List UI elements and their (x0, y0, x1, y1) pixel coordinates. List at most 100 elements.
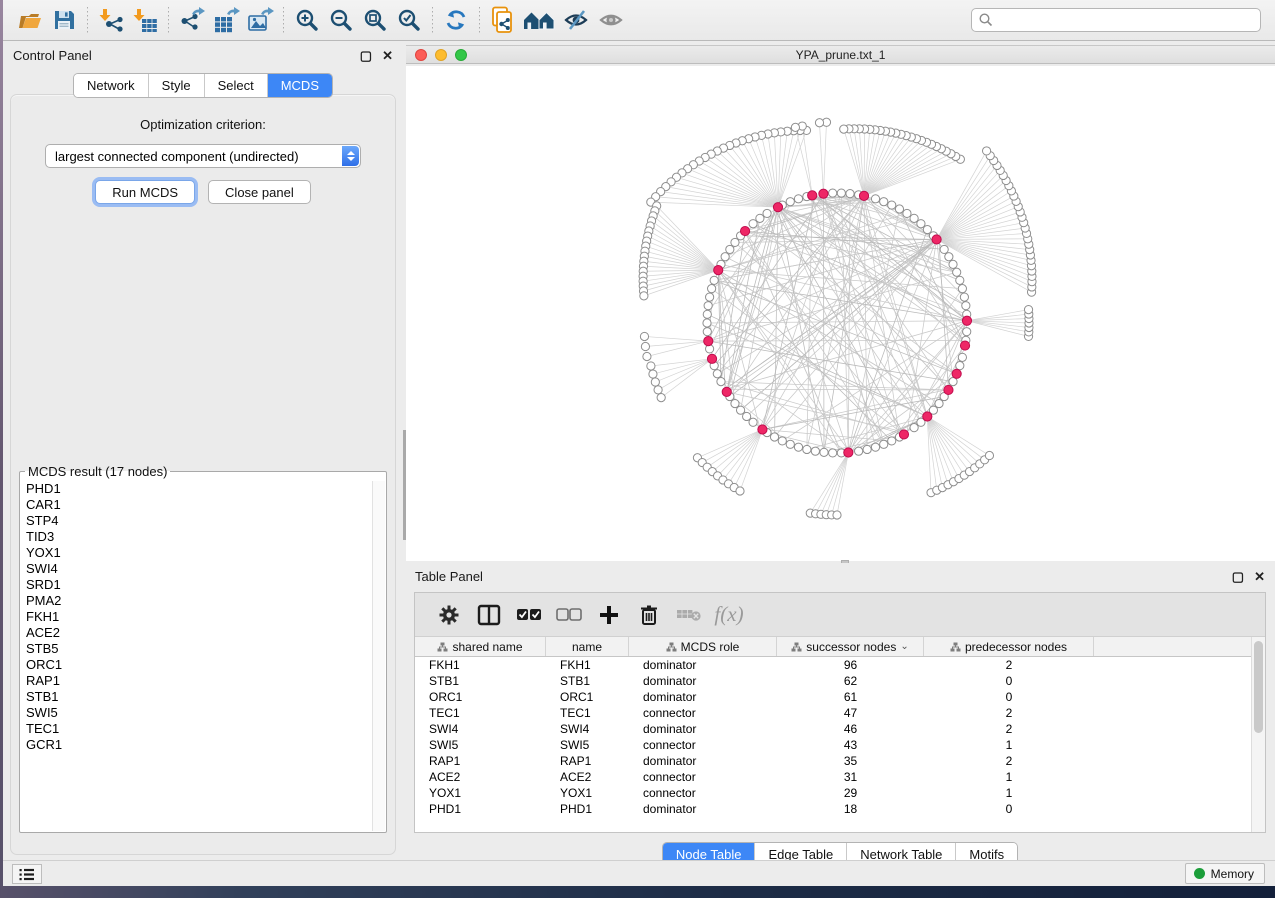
mcds-result-item[interactable]: SRD1 (21, 577, 371, 593)
table-row[interactable]: YOX1YOX1connector291 (415, 785, 1251, 801)
memory-status-icon (1194, 868, 1205, 879)
mcds-result-item[interactable]: SWI5 (21, 705, 371, 721)
zoom-fit-icon[interactable] (358, 5, 392, 35)
table-row[interactable]: SWI5SWI5connector431 (415, 737, 1251, 753)
table-cell: dominator (629, 802, 777, 816)
column-header-predecessor-nodes[interactable]: predecessor nodes (924, 637, 1094, 656)
show-columns-icon[interactable] (469, 598, 509, 632)
table-cell: ORC1 (415, 690, 546, 704)
table-cell: 2 (924, 658, 1094, 672)
close-panel-icon[interactable]: ✕ (1254, 570, 1265, 583)
close-panel-icon[interactable]: ✕ (382, 49, 393, 62)
tab-style[interactable]: Style (149, 74, 205, 97)
network-canvas[interactable] (406, 66, 1275, 561)
table-row[interactable]: RAP1RAP1dominator352 (415, 753, 1251, 769)
show-all-icon[interactable] (594, 5, 628, 35)
add-column-icon[interactable] (589, 598, 629, 632)
mcds-result-item[interactable]: FKH1 (21, 609, 371, 625)
export-image-icon[interactable] (243, 5, 277, 35)
mcds-result-item[interactable]: PHD1 (21, 481, 371, 497)
table-row[interactable]: TEC1TEC1connector472 (415, 705, 1251, 721)
close-panel-button[interactable]: Close panel (208, 180, 311, 204)
mcds-result-item[interactable]: ORC1 (21, 657, 371, 673)
open-session-icon[interactable] (13, 5, 47, 35)
toolbar-separator (168, 7, 169, 33)
column-header-MCDS-role[interactable]: MCDS role (629, 637, 777, 656)
sort-descending-icon: ⌄ (900, 641, 908, 652)
tab-mcds[interactable]: MCDS (268, 74, 332, 97)
mcds-result-item[interactable]: CAR1 (21, 497, 371, 513)
search-input[interactable] (994, 13, 1254, 27)
table-cell: SWI5 (415, 738, 546, 752)
window-minimize-icon[interactable] (435, 49, 447, 61)
mcds-result-item[interactable]: STB5 (21, 641, 371, 657)
table-cell: 29 (777, 786, 924, 800)
select-all-rows-icon[interactable] (509, 598, 549, 632)
column-attribute-icon (666, 642, 677, 652)
float-panel-icon[interactable]: ▢ (1232, 570, 1244, 583)
mcds-result-item[interactable]: GCR1 (21, 737, 371, 753)
refresh-layout-icon[interactable] (439, 5, 473, 35)
search-box[interactable] (971, 8, 1261, 32)
column-label: MCDS role (681, 640, 740, 654)
tab-network[interactable]: Network (74, 74, 149, 97)
new-network-from-selection-icon[interactable] (486, 5, 520, 35)
mcds-result-item[interactable]: RAP1 (21, 673, 371, 689)
deselect-all-rows-icon[interactable] (549, 598, 589, 632)
import-table-icon[interactable] (128, 5, 162, 35)
export-network-icon[interactable] (175, 5, 209, 35)
delete-column-icon[interactable] (629, 598, 669, 632)
table-cell: ACE2 (546, 770, 629, 784)
table-row[interactable]: PHD1PHD1dominator180 (415, 801, 1251, 817)
status-menu-button[interactable] (12, 864, 42, 884)
export-table-icon[interactable] (209, 5, 243, 35)
run-mcds-button[interactable]: Run MCDS (95, 180, 195, 204)
table-row[interactable]: STB1STB1dominator620 (415, 673, 1251, 689)
mcds-result-item[interactable]: TEC1 (21, 721, 371, 737)
mcds-tab-content: Optimization criterion: largest connecte… (10, 94, 396, 855)
table-scrollbar[interactable] (1251, 637, 1265, 832)
mcds-result-item[interactable]: STP4 (21, 513, 371, 529)
main-area: Control Panel ▢ ✕ NetworkStyleSelectMCDS… (3, 42, 1275, 860)
zoom-in-icon[interactable] (290, 5, 324, 35)
table-row[interactable]: ORC1ORC1dominator610 (415, 689, 1251, 705)
toolbar-separator (432, 7, 433, 33)
table-cell: 1 (924, 738, 1094, 752)
mcds-list-scrollbar[interactable] (372, 481, 385, 831)
control-panel-header: Control Panel ▢ ✕ (3, 42, 403, 68)
toolbar-separator (479, 7, 480, 33)
memory-button[interactable]: Memory (1185, 863, 1265, 884)
float-panel-icon[interactable]: ▢ (360, 49, 372, 62)
mcds-result-item[interactable]: ACE2 (21, 625, 371, 641)
table-row[interactable]: ACE2ACE2connector311 (415, 769, 1251, 785)
mcds-result-item[interactable]: SWI4 (21, 561, 371, 577)
table-cell: 31 (777, 770, 924, 784)
first-neighbors-icon[interactable] (520, 5, 560, 35)
zoom-selected-icon[interactable] (392, 5, 426, 35)
settings-gear-icon[interactable] (429, 598, 469, 632)
table-cell: 2 (924, 754, 1094, 768)
mcds-result-item[interactable]: TID3 (21, 529, 371, 545)
hide-selected-icon[interactable] (560, 5, 594, 35)
table-scrollbar-thumb[interactable] (1254, 641, 1263, 733)
save-session-icon[interactable] (47, 5, 81, 35)
zoom-out-icon[interactable] (324, 5, 358, 35)
control-panel-tabs: NetworkStyleSelectMCDS (3, 73, 403, 98)
column-label: name (572, 640, 602, 654)
tab-select[interactable]: Select (205, 74, 268, 97)
window-close-icon[interactable] (415, 49, 427, 61)
window-maximize-icon[interactable] (455, 49, 467, 61)
table-row[interactable]: SWI4SWI4dominator462 (415, 721, 1251, 737)
column-header-successor-nodes[interactable]: successor nodes⌄ (777, 637, 924, 656)
column-attribute-icon (437, 642, 448, 652)
column-header-name[interactable]: name (546, 637, 629, 656)
mcds-result-item[interactable]: YOX1 (21, 545, 371, 561)
table-cell: STB1 (415, 674, 546, 688)
import-network-icon[interactable] (94, 5, 128, 35)
table-row[interactable]: FKH1FKH1dominator962 (415, 657, 1251, 673)
mcds-result-item[interactable]: STB1 (21, 689, 371, 705)
column-header-shared-name[interactable]: shared name (415, 637, 546, 656)
mcds-result-list[interactable]: PHD1CAR1STP4TID3YOX1SWI4SRD1PMA2FKH1ACE2… (21, 481, 371, 831)
mcds-result-item[interactable]: PMA2 (21, 593, 371, 609)
optimization-criterion-select[interactable]: largest connected component (undirected) (45, 144, 361, 168)
